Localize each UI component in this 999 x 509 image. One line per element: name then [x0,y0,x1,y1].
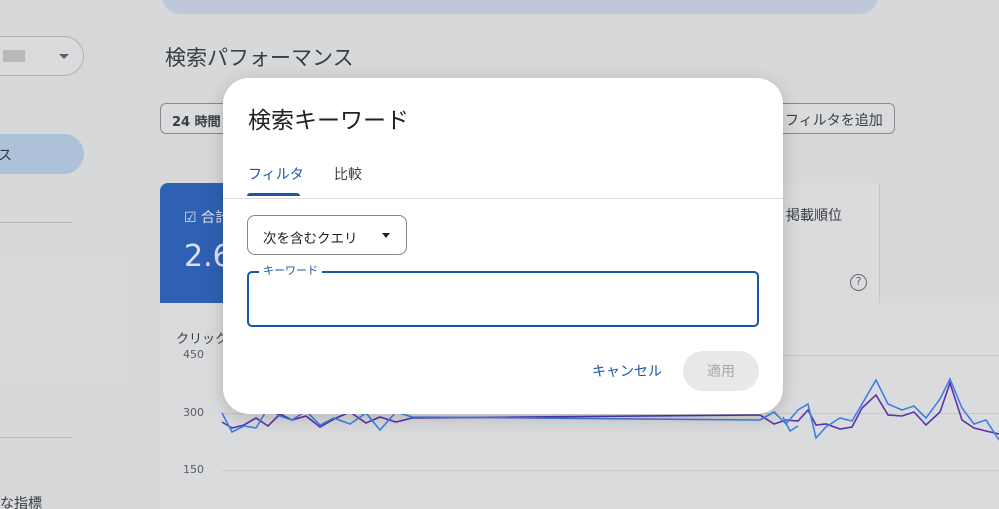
keyword-input[interactable] [263,287,743,311]
search-keyword-dialog: 検索キーワード フィルタ 比較 次を含むクエリ キーワード キャンセル 適用 [223,78,783,414]
apply-button[interactable]: 適用 [683,351,759,391]
match-type-value: 次を含むクエリ [263,231,358,247]
tab-filter[interactable]: フィルタ [248,164,304,184]
keyword-field[interactable]: キーワード [247,264,759,327]
keyword-field-label: キーワード [259,264,322,278]
dropdown-arrow-icon [382,233,390,238]
match-type-select[interactable]: 次を含むクエリ [247,215,407,255]
cancel-button[interactable]: キャンセル [587,359,667,383]
tab-compare[interactable]: 比較 [334,164,362,184]
dialog-title: 検索キーワード [248,108,409,134]
tab-divider [223,198,783,199]
active-tab-indicator [247,193,300,196]
